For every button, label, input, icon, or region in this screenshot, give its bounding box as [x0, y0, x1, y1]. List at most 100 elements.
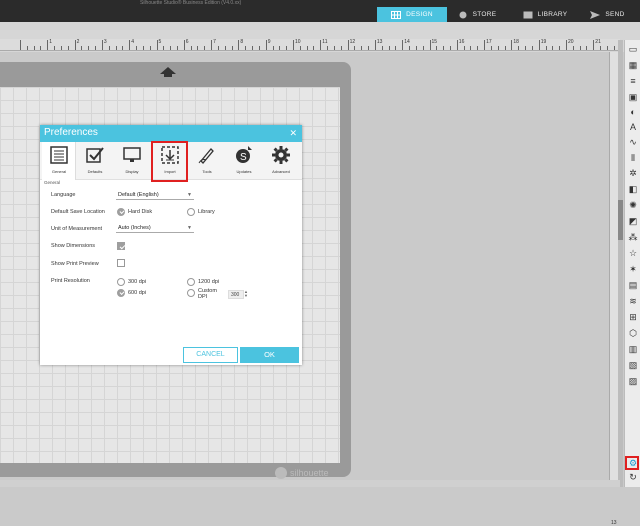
ruler-tick — [224, 46, 226, 50]
ok-button[interactable]: OK — [240, 347, 299, 363]
dpi-600-label: 600 dpi — [128, 290, 147, 296]
dpi-300-radio[interactable] — [117, 278, 125, 286]
ruler-tick — [484, 40, 486, 50]
library-icon — [523, 11, 533, 18]
ruler-number: 21 — [595, 39, 601, 45]
align-icon[interactable]: ⫴ — [628, 153, 638, 163]
layers-icon[interactable]: ▥ — [628, 344, 638, 354]
ruler-tick — [293, 40, 294, 50]
scrollbar-thumb[interactable] — [618, 200, 623, 240]
split-icon[interactable]: ▧ — [628, 360, 638, 370]
tab-send-label: SEND — [605, 11, 625, 18]
tab-general[interactable]: General — [42, 142, 76, 180]
ruler-number: 19 — [540, 39, 547, 45]
ruler-tick — [415, 46, 417, 50]
trace-icon[interactable]: ∿ — [628, 137, 638, 147]
ruler-number: 13 — [376, 39, 383, 45]
transform-icon[interactable]: ✲ — [628, 168, 638, 178]
vertical-scrollbar[interactable] — [618, 40, 623, 487]
ruler-number: 16 — [458, 39, 465, 45]
text-style-icon[interactable]: A — [628, 122, 638, 132]
ruler-tick — [313, 46, 315, 50]
dpi-custom-radio[interactable] — [187, 289, 195, 297]
ruler-number: 18 — [513, 39, 519, 45]
ruler-tick — [129, 40, 131, 50]
silhouette-logo: silhouette — [275, 467, 329, 479]
grid-icon — [391, 10, 402, 19]
ruler-tick — [81, 46, 83, 50]
star-icon[interactable]: ☆ — [628, 248, 638, 258]
ruler-tick — [122, 46, 124, 50]
ruler-tick — [306, 46, 308, 50]
custom-dpi-input[interactable]: 300 — [228, 290, 244, 299]
save-location-harddisk-radio[interactable] — [117, 208, 125, 216]
tab-design[interactable]: DESIGN — [377, 7, 447, 22]
custom-dpi-stepper[interactable]: ▲ ▼ — [244, 290, 248, 298]
unit-select[interactable]: Auto (Inches) ▼ — [116, 224, 194, 233]
cancel-button[interactable]: CANCEL — [183, 347, 238, 363]
ruler-tick — [183, 40, 185, 50]
ruler-tick — [170, 46, 172, 50]
library-panel-icon[interactable]: ⬡ — [628, 328, 638, 338]
ruler-tick — [613, 46, 615, 50]
tab-advanced[interactable]: Advanced — [264, 142, 298, 180]
horizontal-scrollbar[interactable] — [0, 480, 620, 487]
ruler-number: 11 — [322, 39, 328, 45]
rhinestone-icon[interactable]: ✶ — [628, 264, 638, 274]
tab-store[interactable]: STORE — [447, 7, 507, 22]
close-icon[interactable]: ✕ — [289, 128, 297, 139]
chevron-down-icon: ▼ — [187, 192, 192, 198]
ruler-tick — [395, 46, 397, 50]
history-icon[interactable]: ↻ — [628, 472, 638, 482]
ruler-tick — [456, 40, 458, 50]
modify-icon[interactable]: ✺ — [628, 200, 638, 210]
ruler-tick — [265, 40, 267, 50]
show-print-preview-checkbox[interactable] — [117, 259, 125, 267]
line-style-icon[interactable]: ≡ — [628, 76, 638, 86]
tab-store-label: STORE — [472, 11, 497, 18]
tab-defaults[interactable]: Defaults — [78, 142, 112, 180]
emboss-icon[interactable]: ≋ — [628, 296, 638, 306]
dialog-title: Preferences — [44, 127, 98, 138]
pattern-panel-icon[interactable]: ▣ — [628, 92, 638, 102]
ruler-tick — [463, 46, 465, 50]
ruler-tick — [402, 40, 404, 50]
save-location-library-radio[interactable] — [187, 208, 195, 216]
ruler-number: 9 — [267, 39, 271, 45]
ruler-tick — [545, 46, 547, 50]
tab-advanced-label: Advanced — [272, 169, 290, 174]
ruler-tick — [572, 46, 574, 50]
language-select[interactable]: Default (English) ▼ — [116, 191, 194, 200]
tab-tools[interactable]: Tools — [190, 142, 224, 180]
ruler-number: 2 — [76, 39, 80, 45]
page-setup-icon[interactable]: ▭ — [628, 44, 638, 54]
tab-updates[interactable]: S Updates — [227, 142, 261, 180]
tab-library[interactable]: LIBRARY — [515, 7, 575, 22]
transparency-icon[interactable]: ◐ — [628, 107, 638, 117]
tab-send[interactable]: SEND — [580, 7, 635, 22]
dpi-1200-radio[interactable] — [187, 278, 195, 286]
show-dimensions-label: Show Dimensions — [51, 243, 96, 249]
ruler-number: 3 — [103, 39, 107, 45]
dpi-600-radio[interactable] — [117, 289, 125, 297]
ruler-tick — [538, 40, 540, 50]
ruler-number: 8 — [240, 39, 244, 45]
save-location-harddisk-label: Hard Disk — [128, 209, 153, 215]
ruler-tick — [566, 40, 567, 50]
replicate-icon[interactable]: ◧ — [628, 184, 638, 194]
ruler-tick — [600, 46, 602, 50]
tab-display[interactable]: Display — [115, 142, 149, 180]
ruler-tick — [40, 46, 42, 50]
fill-panel-icon[interactable]: ▦ — [628, 60, 638, 70]
vruler-number: 13 — [611, 520, 617, 526]
ruler-number: 6 — [185, 39, 189, 45]
nest-icon[interactable]: ⊞ — [628, 312, 638, 322]
tab-defaults-label: Defaults — [87, 169, 103, 174]
window-title: Silhouette Studio® Business Edition (V4.… — [140, 0, 242, 6]
offset-icon[interactable]: ◩ — [628, 216, 638, 226]
sketch-icon[interactable]: ▤ — [628, 280, 638, 290]
show-dimensions-checkbox[interactable] — [117, 242, 125, 250]
print-cut-icon[interactable]: ▨ — [628, 376, 638, 386]
dpi-1200-label: 1200 dpi — [198, 279, 220, 285]
knife-icon[interactable]: ⁂ — [628, 232, 638, 242]
